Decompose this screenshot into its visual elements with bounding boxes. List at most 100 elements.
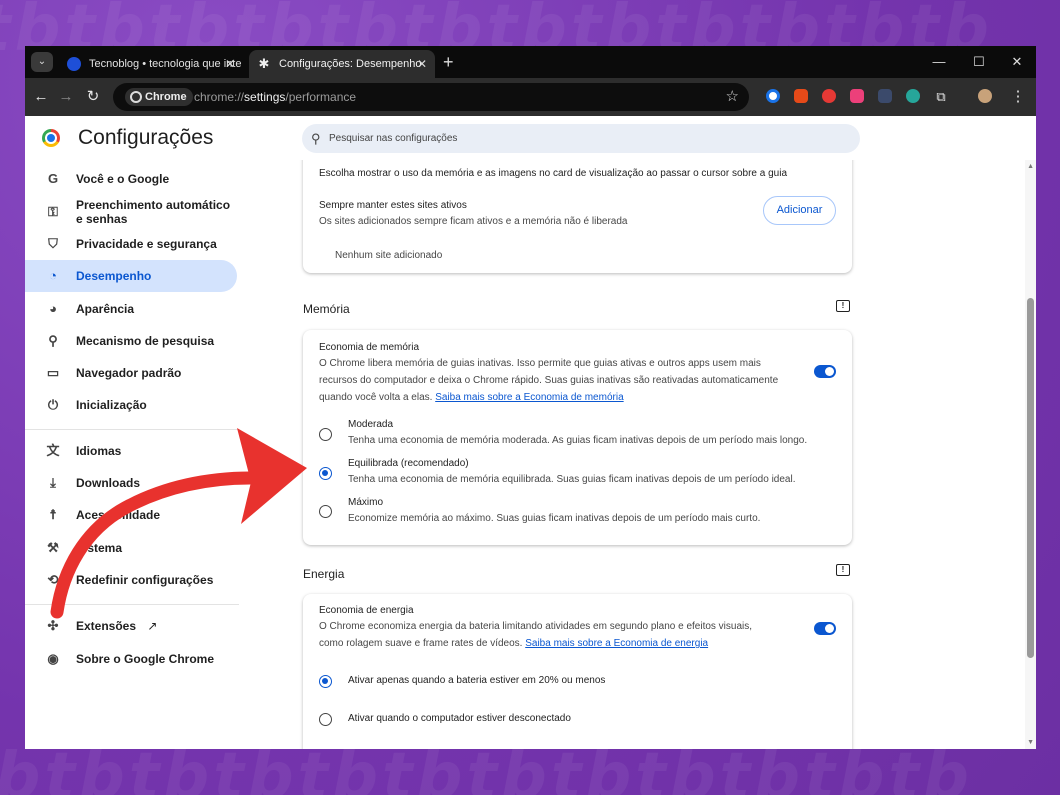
sidebar-item-privacy[interactable]: ⛉ Privacidade e segurança xyxy=(25,228,237,260)
memory-saver-card: Economia de memória O Chrome libera memó… xyxy=(303,330,852,545)
wrench-icon: ⚒ xyxy=(47,540,59,555)
reset-icon: ⟲ xyxy=(47,572,59,587)
close-tab-icon[interactable]: ✕ xyxy=(225,50,235,78)
tab-title: Tecnoblog • tecnologia que inte xyxy=(89,58,242,70)
always-active-desc: Os sites adicionados sempre ficam ativos… xyxy=(319,216,628,227)
profile-avatar[interactable] xyxy=(978,89,992,103)
sidebar-item-performance[interactable]: ◔ Desempenho xyxy=(25,260,237,292)
tab-title: Configurações: Desempenho xyxy=(279,58,422,70)
memory-saver-desc: recursos do computador e deixa o Chrome … xyxy=(319,375,779,386)
accessibility-icon: ☨ xyxy=(49,507,57,522)
option-desc: Tenha uma economia de memória moderada. … xyxy=(348,435,808,446)
search-placeholder: Pesquisar nas configurações xyxy=(329,133,458,144)
scrollbar-thumb[interactable] xyxy=(1027,298,1034,658)
hover-card-text: Escolha mostrar o uso da memória e as im… xyxy=(319,168,788,179)
extensions-puzzle-icon[interactable]: ⧉ xyxy=(931,87,951,107)
sidebar-item-downloads[interactable]: ⤓ Downloads xyxy=(25,467,237,499)
puzzle-icon: ✣ xyxy=(47,618,59,633)
settings-header: Configurações ⚲ Pesquisar nas configuraç… xyxy=(25,116,1036,160)
chrome-chip[interactable]: Chrome xyxy=(125,88,193,106)
search-icon: ⚲ xyxy=(311,131,321,146)
energy-saver-card: Economia de energia O Chrome economiza e… xyxy=(303,594,852,749)
radio-maximum[interactable] xyxy=(319,505,332,518)
tab-hover-card: Escolha mostrar o uso da memória e as im… xyxy=(303,160,852,273)
external-link-icon: ↗ xyxy=(147,619,158,633)
scrollbar[interactable]: ▲ ▼ xyxy=(1025,160,1036,749)
memory-saver-toggle[interactable] xyxy=(814,365,836,378)
option-desc: Tenha uma economia de memória equilibrad… xyxy=(348,474,796,485)
memory-learn-more-link[interactable]: Saiba mais sobre a Economia de memória xyxy=(435,392,623,403)
tab-tecnoblog[interactable]: Tecnoblog • tecnologia que inte ✕ xyxy=(59,50,243,78)
sidebar-item-accessibility[interactable]: ☨ Acessibilidade xyxy=(25,499,237,531)
chrome-logo-icon xyxy=(42,129,60,147)
sidebar-item-startup[interactable]: ⏻ Inicialização xyxy=(25,389,237,421)
settings-main: Escolha mostrar o uso da memória e as im… xyxy=(265,160,1036,749)
sidebar-divider xyxy=(25,604,239,605)
maximize-icon[interactable]: ☐ xyxy=(959,46,999,78)
energy-saver-toggle[interactable] xyxy=(814,622,836,635)
palette-icon: ◕ xyxy=(49,301,57,316)
feedback-icon[interactable]: ! xyxy=(836,300,850,312)
sidebar-item-about[interactable]: ◉ Sobre o Google Chrome xyxy=(25,643,237,675)
option-label: Equilibrada (recomendado) xyxy=(348,458,469,469)
memory-saver-desc: quando você volta a elas. Saiba mais sob… xyxy=(319,392,624,403)
extension-icon[interactable] xyxy=(850,89,864,103)
always-active-title: Sempre manter estes sites ativos xyxy=(319,200,467,211)
extension-icon[interactable] xyxy=(878,89,892,103)
radio-battery-20[interactable] xyxy=(319,675,332,688)
speedometer-icon: ◔ xyxy=(49,268,57,283)
feedback-icon[interactable]: ! xyxy=(836,564,850,576)
back-icon[interactable]: ← xyxy=(31,87,51,107)
energy-saver-title: Economia de energia xyxy=(319,605,414,616)
settings-page: Configurações ⚲ Pesquisar nas configuraç… xyxy=(25,116,1036,749)
settings-search-input[interactable]: ⚲ Pesquisar nas configurações xyxy=(302,124,860,153)
close-tab-icon[interactable]: ✕ xyxy=(417,50,427,78)
page-title: Configurações xyxy=(78,126,214,149)
settings-sidebar: G Você e o Google ⚿ Preenchimento automáti… xyxy=(25,160,265,749)
radio-moderate[interactable] xyxy=(319,428,332,441)
tab-strip: ⌄ Tecnoblog • tecnologia que inte ✕ ✱ Co… xyxy=(25,46,1036,78)
sidebar-item-reset[interactable]: ⟲ Redefinir configurações xyxy=(25,564,237,596)
tab-settings[interactable]: ✱ Configurações: Desempenho ✕ xyxy=(249,50,435,78)
tab-search-button[interactable]: ⌄ xyxy=(31,52,53,72)
browser-window-icon: ▭ xyxy=(46,365,60,380)
reload-icon[interactable]: ↻ xyxy=(83,87,103,107)
google-g-icon: G xyxy=(47,171,59,186)
1password-extension-icon[interactable] xyxy=(766,89,780,103)
option-desc: Economize memória ao máximo. Suas guias … xyxy=(348,513,761,524)
sidebar-item-languages[interactable]: 文 Idiomas xyxy=(25,435,237,467)
chrome-icon xyxy=(130,91,142,103)
radio-unplugged[interactable] xyxy=(319,713,332,726)
tecnoblog-favicon-icon xyxy=(67,57,81,71)
option-label: Moderada xyxy=(348,419,394,430)
sidebar-divider xyxy=(25,429,239,430)
sidebar-item-autofill[interactable]: ⚿ Preenchimento automático e senhas xyxy=(25,196,237,228)
shield-icon: ⛉ xyxy=(48,236,58,251)
menu-kebab-icon[interactable]: ⋮ xyxy=(1008,87,1028,107)
forward-icon[interactable]: → xyxy=(56,87,76,107)
minimize-icon[interactable]: — xyxy=(919,46,959,78)
add-site-button[interactable]: Adicionar xyxy=(763,196,836,225)
sidebar-item-extensions[interactable]: ✣ Extensões ↗ xyxy=(25,610,237,642)
energy-learn-more-link[interactable]: Saiba mais sobre a Economia de energia xyxy=(525,638,708,649)
sidebar-item-search-engine[interactable]: ⚲ Mecanismo de pesquisa xyxy=(25,325,237,357)
option-label: Máximo xyxy=(348,497,384,508)
sidebar-item-you-and-google[interactable]: G Você e o Google xyxy=(25,163,237,195)
sidebar-item-default-browser[interactable]: ▭ Navegador padrão xyxy=(25,357,237,389)
bookmark-star-icon[interactable]: ☆ xyxy=(726,87,739,105)
sidebar-item-appearance[interactable]: ◕ Aparência xyxy=(25,293,237,325)
sidebar-item-system[interactable]: ⚒ Sistema xyxy=(25,532,237,564)
adblock-extension-icon[interactable] xyxy=(822,89,836,103)
scroll-down-arrow-icon[interactable]: ▼ xyxy=(1027,739,1034,746)
extension-icon[interactable] xyxy=(906,89,920,103)
url-text: chrome://settings/performance xyxy=(194,90,357,104)
browser-window: ⌄ Tecnoblog • tecnologia que inte ✕ ✱ Co… xyxy=(25,46,1036,749)
close-window-icon[interactable]: ✕ xyxy=(997,46,1036,78)
radio-balanced[interactable] xyxy=(319,467,332,480)
memory-section-title: Memória xyxy=(303,302,350,316)
address-bar[interactable]: Chrome chrome://settings/performance ☆ xyxy=(113,83,749,111)
todoist-extension-icon[interactable] xyxy=(794,89,808,103)
new-tab-button[interactable]: + xyxy=(443,50,454,74)
scroll-up-arrow-icon[interactable]: ▲ xyxy=(1027,163,1034,170)
memory-saver-desc: O Chrome libera memória de guias inativa… xyxy=(319,358,761,369)
